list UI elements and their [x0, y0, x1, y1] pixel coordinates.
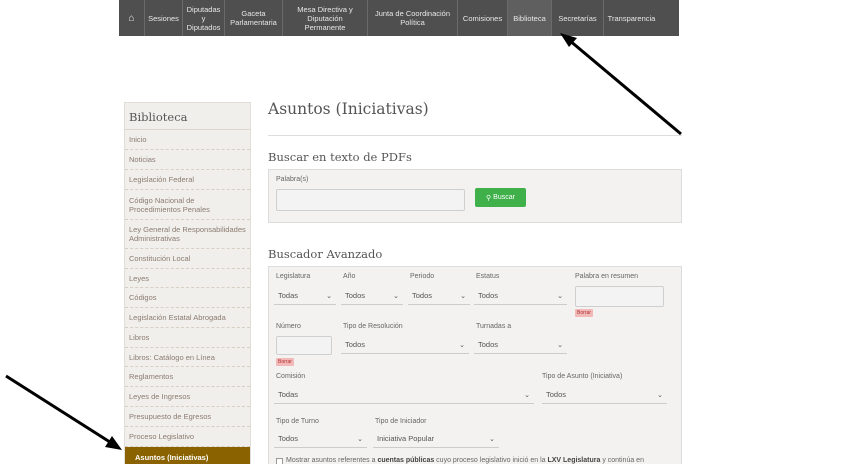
- arrow-to-biblioteca: [560, 33, 682, 136]
- annotation-arrows: [5, 33, 682, 450]
- arrow-to-asuntos: [5, 374, 122, 450]
